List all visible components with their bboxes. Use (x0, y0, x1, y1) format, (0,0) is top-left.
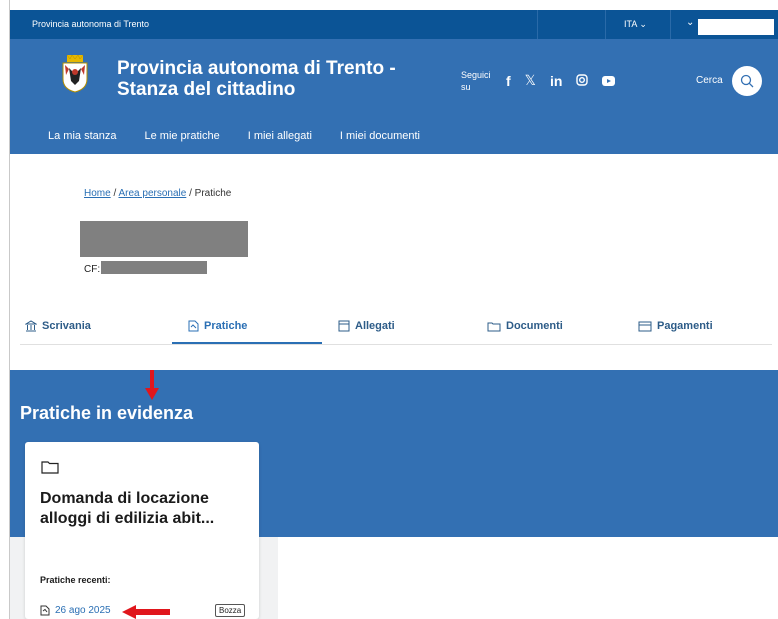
file-icon (40, 605, 50, 616)
nav-item-i-miei-allegati[interactable]: I miei allegati (248, 130, 312, 142)
top-bar: Provincia autonoma di Trento ITA ⌄ ⌄ (10, 10, 778, 39)
tab-scrivania[interactable]: Scrivania (25, 320, 91, 332)
divider (605, 10, 606, 39)
recent-item-date[interactable]: 26 ago 2025 (55, 605, 111, 616)
nav-item-i-miei-documenti[interactable]: I miei documenti (340, 130, 420, 142)
file-icon (188, 320, 199, 332)
tab-pratiche[interactable]: Pratiche (188, 320, 247, 332)
section-title: Pratiche in evidenza (20, 403, 194, 423)
tab-label: Pagamenti (657, 320, 713, 332)
breadcrumb-current: Pratiche (194, 188, 232, 199)
follow-us-line2: su (461, 82, 471, 92)
site-title-line1: Provincia autonoma di Trento - (117, 58, 396, 79)
follow-us-line1: Seguici (461, 70, 491, 80)
follow-us-label: Seguici su (461, 69, 491, 93)
user-menu-chevron-icon[interactable]: ⌄ (686, 17, 694, 28)
social-links: f 𝕏 in (506, 72, 616, 89)
cf-value-redacted (101, 261, 207, 274)
tab-allegati[interactable]: Allegati (338, 320, 395, 332)
annotation-arrow-down-icon (145, 370, 159, 400)
search-label[interactable]: Cerca (696, 75, 723, 86)
divider (670, 10, 671, 39)
window-border (0, 0, 10, 619)
nav-item-la-mia-stanza[interactable]: La mia stanza (48, 130, 116, 142)
recent-label: Pratiche recenti: (40, 575, 111, 585)
linkedin-icon[interactable]: in (550, 73, 562, 89)
tab-label: Documenti (506, 320, 563, 332)
coat-of-arms-icon[interactable] (60, 53, 90, 93)
tab-pagamenti[interactable]: Pagamenti (638, 320, 713, 332)
folder-icon (487, 322, 501, 331)
chevron-down-icon: ⌄ (639, 19, 647, 29)
instagram-icon[interactable] (576, 73, 589, 89)
facebook-icon[interactable]: f (506, 73, 511, 89)
archive-icon (338, 320, 350, 332)
user-menu-redacted[interactable] (698, 19, 774, 35)
tab-label: Pratiche (204, 320, 248, 332)
tab-label: Allegati (355, 320, 395, 332)
folder-icon (41, 461, 59, 474)
active-tab-indicator (172, 342, 322, 344)
site-header: Provincia autonoma di Trento - Stanza de… (10, 39, 778, 154)
credit-card-icon (638, 321, 652, 331)
breadcrumb-home[interactable]: Home (84, 188, 111, 199)
service-card[interactable]: Domanda di locazione alloggi di edilizia… (25, 442, 259, 619)
bank-icon (25, 320, 37, 332)
page: Provincia autonoma di Trento ITA ⌄ ⌄ Pro… (0, 0, 778, 619)
search-icon (740, 74, 754, 88)
youtube-icon[interactable] (602, 73, 616, 89)
tab-bar: Scrivania Pratiche Allegati Documenti Pa… (20, 316, 772, 345)
site-title-line2: Stanza del cittadino (117, 79, 296, 100)
language-selector[interactable]: ITA ⌄ (624, 19, 647, 30)
breadcrumb-area-personale[interactable]: Area personale (118, 188, 186, 199)
breadcrumb-separator: / (189, 188, 192, 199)
breadcrumb-separator: / (113, 188, 117, 199)
annotation-arrow-left-icon (122, 605, 170, 619)
recent-item[interactable]: 26 ago 2025 (40, 605, 111, 616)
nav-item-le-mie-pratiche[interactable]: Le mie pratiche (144, 130, 219, 142)
site-title[interactable]: Provincia autonoma di Trento - Stanza de… (117, 58, 396, 100)
user-name-redacted (80, 221, 248, 257)
main-nav: La mia stanza Le mie pratiche I miei all… (48, 130, 420, 142)
breadcrumb: Home / Area personale / Pratiche (84, 188, 231, 199)
status-badge: Bozza (215, 604, 246, 617)
divider (537, 10, 538, 39)
search-button[interactable] (732, 66, 762, 96)
language-label: ITA (624, 19, 637, 29)
x-icon[interactable]: 𝕏 (525, 72, 536, 89)
tab-label: Scrivania (42, 320, 91, 332)
card-title[interactable]: Domanda di locazione alloggi di edilizia… (40, 489, 250, 529)
org-link[interactable]: Provincia autonoma di Trento (32, 19, 149, 29)
tab-documenti[interactable]: Documenti (487, 320, 563, 332)
cf-label: CF: (84, 264, 101, 275)
